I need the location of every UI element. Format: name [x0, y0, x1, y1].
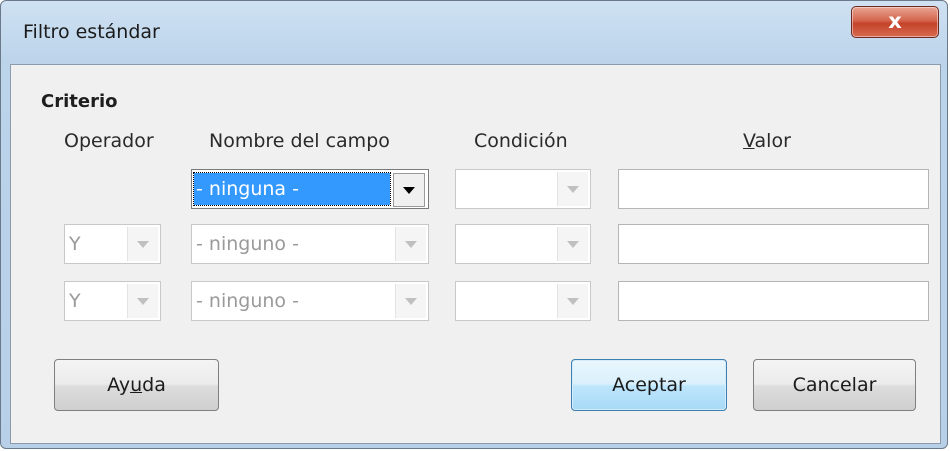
dialog-body: Criterio Operador Nombre del campo Condi…: [10, 64, 941, 444]
condition-select-row-3[interactable]: [455, 281, 591, 321]
condition-column-header: Condición: [474, 130, 568, 152]
value-column-header: Valor: [743, 130, 791, 152]
chevron-down-icon[interactable]: [127, 284, 158, 318]
field-select-row-2[interactable]: - ninguno -: [191, 224, 429, 264]
value-input-row-2[interactable]: [618, 224, 929, 264]
field-select-row-3[interactable]: - ninguno -: [191, 281, 429, 321]
window-title: Filtro estándar: [23, 21, 160, 43]
chevron-down-icon[interactable]: [395, 284, 426, 318]
operator-select-row-3[interactable]: Y: [64, 281, 161, 321]
value-input-row-3[interactable]: [618, 281, 929, 321]
close-icon: x: [888, 9, 902, 33]
close-button[interactable]: x: [851, 6, 939, 38]
ok-button[interactable]: Aceptar: [571, 359, 727, 411]
field-select-value: - ninguna -: [193, 172, 391, 206]
field-column-header: Nombre del campo: [209, 130, 390, 152]
field-select-row-1[interactable]: - ninguna -: [191, 169, 429, 209]
operator-select-value: Y: [69, 290, 81, 312]
chevron-down-icon[interactable]: [557, 227, 588, 261]
criteria-section-label: Criterio: [41, 91, 118, 112]
chevron-down-icon[interactable]: [127, 227, 158, 261]
condition-select-row-2[interactable]: [455, 224, 591, 264]
field-select-value: - ninguno -: [196, 233, 299, 255]
dialog-window: Filtro estándar x Criterio Operador Nomb…: [0, 0, 948, 449]
operator-select-value: Y: [69, 233, 81, 255]
chevron-down-icon[interactable]: [557, 284, 588, 318]
chevron-down-icon[interactable]: [395, 227, 426, 261]
chevron-down-icon[interactable]: [557, 172, 588, 206]
field-select-value: - ninguno -: [196, 290, 299, 312]
chevron-down-icon[interactable]: [393, 173, 425, 207]
help-button[interactable]: Ayuda: [54, 359, 219, 411]
operator-select-row-2[interactable]: Y: [64, 224, 161, 264]
operator-column-header: Operador: [64, 130, 154, 152]
condition-select-row-1[interactable]: [455, 169, 591, 209]
value-input-row-1[interactable]: [618, 169, 929, 209]
cancel-button[interactable]: Cancelar: [753, 359, 916, 411]
